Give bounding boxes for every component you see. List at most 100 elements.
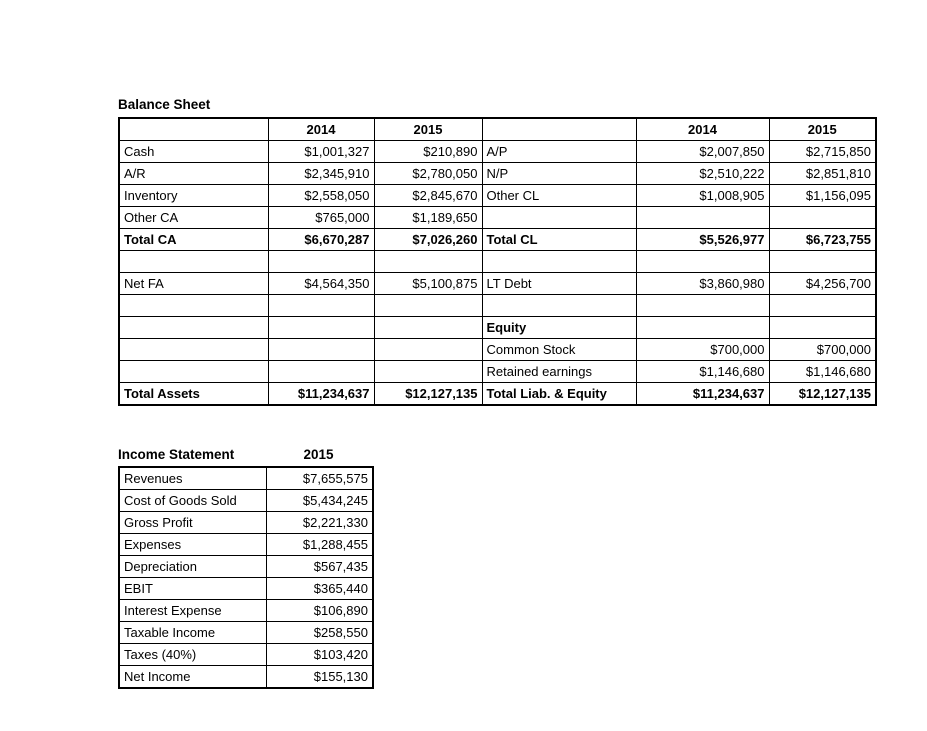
liability-label: N/P <box>481 162 637 185</box>
liability-value-2015: $1,146,680 <box>768 360 877 383</box>
asset-label <box>118 250 269 273</box>
table-row: Inventory $2,558,050 $2,845,670 Other CL $1,… <box>118 184 877 207</box>
liability-label: Total CL <box>481 228 637 251</box>
asset-value-2015 <box>373 338 483 361</box>
asset-value-2015 <box>373 360 483 383</box>
asset-value-2014 <box>267 250 375 273</box>
liability-value-2015 <box>768 206 877 229</box>
table-row: Net FA $4,564,350 $5,100,875 LT Debt $3,860,… <box>118 272 877 295</box>
asset-value-2015: $2,845,670 <box>373 184 483 207</box>
income-line-value: $365,440 <box>265 577 374 600</box>
asset-label: Cash <box>118 140 269 163</box>
table-row: EBIT $365,440 <box>118 577 374 600</box>
liability-value-2014: $1,008,905 <box>635 184 770 207</box>
asset-value-2015: $210,890 <box>373 140 483 163</box>
asset-value-2014: $4,564,350 <box>267 272 375 295</box>
liability-value-2015 <box>768 294 877 317</box>
table-row: Total Assets $11,234,637 $12,127,135 Total … <box>118 382 877 406</box>
asset-value-2015: $2,780,050 <box>373 162 483 185</box>
liability-value-2014 <box>635 250 770 273</box>
column-header-assets-label <box>118 117 269 141</box>
asset-label: Total Assets <box>118 382 269 406</box>
asset-value-2014: $765,000 <box>267 206 375 229</box>
asset-value-2015 <box>373 250 483 273</box>
liability-label: LT Debt <box>481 272 637 295</box>
liability-value-2014: $3,860,980 <box>635 272 770 295</box>
income-line-value: $103,420 <box>265 643 374 666</box>
table-row: Cash $1,001,327 $210,890 A/P $2,007,850 $2,71… <box>118 140 877 163</box>
asset-value-2014: $1,001,327 <box>267 140 375 163</box>
asset-label: Other CA <box>118 206 269 229</box>
income-line-value: $258,550 <box>265 621 374 644</box>
table-row: Retained earnings $1,146,680 $1,146,680 <box>118 360 877 383</box>
asset-value-2014 <box>267 316 375 339</box>
table-row: Cost of Goods Sold $5,434,245 <box>118 489 374 512</box>
liability-label: Common Stock <box>481 338 637 361</box>
income-line-label: Depreciation <box>118 555 267 578</box>
asset-label: Total CA <box>118 228 269 251</box>
income-line-value: $2,221,330 <box>265 511 374 534</box>
asset-value-2014 <box>267 338 375 361</box>
income-line-value: $1,288,455 <box>265 533 374 556</box>
column-header-2015-liabilities: 2015 <box>768 117 877 141</box>
income-line-value: $106,890 <box>265 599 374 622</box>
asset-value-2014 <box>267 294 375 317</box>
income-line-value: $5,434,245 <box>265 489 374 512</box>
balance-sheet-title: Balance Sheet <box>118 97 211 112</box>
liability-value-2014: $5,526,977 <box>635 228 770 251</box>
income-line-label: Taxable Income <box>118 621 267 644</box>
liability-value-2014 <box>635 294 770 317</box>
liability-value-2015: $700,000 <box>768 338 877 361</box>
balance-sheet-section: Balance Sheet 2014 2015 2014 2015 Cash $1,001… <box>118 96 877 406</box>
table-row: Equity <box>118 316 877 339</box>
liability-label: Other CL <box>481 184 637 207</box>
asset-value-2015: $12,127,135 <box>373 382 483 406</box>
asset-value-2014: $6,670,287 <box>267 228 375 251</box>
income-statement-section: Income Statement 2015 Revenues $7,655,575… <box>118 446 374 689</box>
asset-value-2015: $1,189,650 <box>373 206 483 229</box>
table-row: Other CA $765,000 $1,189,650 <box>118 206 877 229</box>
liability-label <box>481 206 637 229</box>
liability-label: Retained earnings <box>481 360 637 383</box>
liability-value-2015: $1,156,095 <box>768 184 877 207</box>
liability-value-2014 <box>635 206 770 229</box>
asset-value-2015: $7,026,260 <box>373 228 483 251</box>
table-row: Net Income $155,130 <box>118 665 374 689</box>
liability-value-2014: $700,000 <box>635 338 770 361</box>
liability-label <box>481 294 637 317</box>
asset-label <box>118 338 269 361</box>
table-row: A/R $2,345,910 $2,780,050 N/P $2,510,222 $2,8… <box>118 162 877 185</box>
income-line-label: Revenues <box>118 466 267 490</box>
asset-label <box>118 360 269 383</box>
asset-value-2015 <box>373 294 483 317</box>
income-line-label: Taxes (40%) <box>118 643 267 666</box>
liability-value-2014: $1,146,680 <box>635 360 770 383</box>
asset-value-2015: $5,100,875 <box>373 272 483 295</box>
table-row: Gross Profit $2,221,330 <box>118 511 374 534</box>
asset-value-2014: $2,345,910 <box>267 162 375 185</box>
table-row: Depreciation $567,435 <box>118 555 374 578</box>
column-header-2014-assets: 2014 <box>267 117 375 141</box>
liability-value-2015: $2,851,810 <box>768 162 877 185</box>
income-line-label: Interest Expense <box>118 599 267 622</box>
table-row: Interest Expense $106,890 <box>118 599 374 622</box>
asset-value-2015 <box>373 316 483 339</box>
liability-value-2015 <box>768 250 877 273</box>
table-row: Total CA $6,670,287 $7,026,260 Total CL $5,5… <box>118 228 877 251</box>
table-row: Revenues $7,655,575 <box>118 466 374 490</box>
income-statement-year-header: 2015 <box>303 447 334 462</box>
income-line-label: Net Income <box>118 665 267 689</box>
asset-value-2014: $11,234,637 <box>267 382 375 406</box>
liability-value-2015: $2,715,850 <box>768 140 877 163</box>
income-line-label: Cost of Goods Sold <box>118 489 267 512</box>
table-row: Taxable Income $258,550 <box>118 621 374 644</box>
income-statement-heading: Income Statement 2015 <box>118 446 374 463</box>
liability-label: Total Liab. & Equity <box>481 382 637 406</box>
liability-value-2015 <box>768 316 877 339</box>
income-statement-title: Income Statement <box>118 447 235 462</box>
table-row <box>118 294 877 317</box>
liability-value-2015: $4,256,700 <box>768 272 877 295</box>
liability-value-2014: $2,510,222 <box>635 162 770 185</box>
income-line-value: $155,130 <box>265 665 374 689</box>
table-header-row: 2014 2015 2014 2015 <box>118 117 877 141</box>
